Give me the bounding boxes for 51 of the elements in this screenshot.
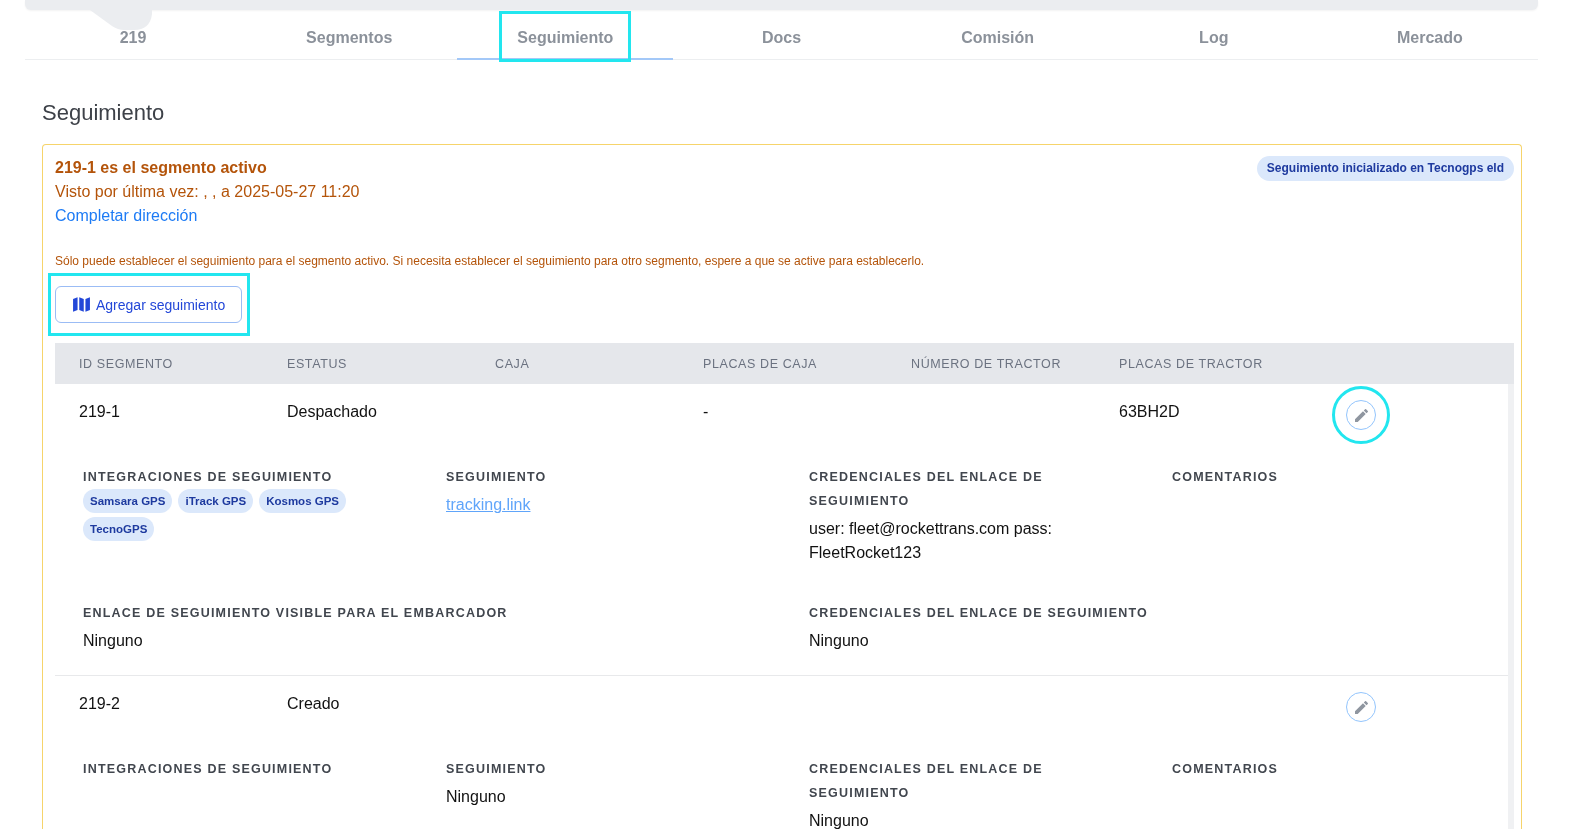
column-header: PLACAS DE TRACTOR [1119,356,1263,371]
tab[interactable]: Comisión [889,10,1106,60]
integration-tag: iTrack GPS [178,489,254,513]
tracking-link[interactable]: tracking.link [446,493,531,517]
field-label: SEGUIMIENTO [446,469,547,486]
table-cell: Despachado [287,403,377,420]
tab[interactable]: 219 [25,10,242,60]
tab[interactable]: Mercado [1321,10,1538,60]
notice-text: Sólo puede establecer el seguimiento para el segmento activo. Si necesita establecer el seguimiento para otro segmento, espere a que se active para establecerlo. [55,253,925,269]
field-label: INTEGRACIONES DE SEGUIMIENTO [83,469,333,486]
tab[interactable]: Log [1105,10,1322,60]
table-cell: 219-1 [79,403,120,420]
integration-tag: TecnoGPS [83,517,155,541]
edit-button[interactable] [1346,692,1376,722]
panel-title: 219-1 es el segmento activo [55,158,267,178]
map-icon [73,297,90,312]
table-cell: 63BH2D [1119,403,1180,420]
pencil-icon [1354,408,1368,422]
status-badge: Seguimiento inicializado en Tecnogps eld [1256,156,1514,181]
table-cell: Creado [287,695,340,712]
column-header: CAJA [495,356,530,371]
table-cell: 219-2 [79,695,120,712]
integration-tag: Samsara GPS [83,489,173,513]
field-value: user: fleet@rockettrans.com pass: FleetRocket123 [809,519,1053,563]
column-header: ID SEGMENTO [79,356,173,371]
complete-address-link[interactable]: Completar dirección [55,204,198,228]
field-label: INTEGRACIONES DE SEGUIMIENTO [83,761,333,778]
field-value: Ninguno [809,631,869,651]
last-seen-text: Visto por última vez: , , a 2025-05-27 11:20 [55,182,360,202]
tab[interactable]: Docs [673,10,890,60]
field-label: COMENTARIOS [1172,761,1279,778]
field-value: Ninguno [809,811,869,829]
edit-button[interactable] [1346,400,1376,430]
column-header: ESTATUS [287,356,347,371]
column-header: NÚMERO DE TRACTOR [911,356,1062,371]
tab[interactable]: Seguimiento [457,10,674,60]
field-value: Ninguno [446,787,506,807]
integration-tag: Kosmos GPS [259,489,347,513]
field-value: Ninguno [83,631,143,651]
field-label: CREDENCIALES DEL ENLACE DE SEGUIMIENTO [809,469,1044,510]
field-label: CREDENCIALES DEL ENLACE DE SEGUIMIENTO [809,761,1044,802]
tab[interactable]: Segmentos [241,10,458,60]
field-label: ENLACE DE SEGUIMIENTO VISIBLE PARA EL EMBARCADOR [83,605,508,622]
pencil-icon [1354,700,1368,714]
field-label: SEGUIMIENTO [446,761,547,778]
add-tracking-button[interactable]: Agregar seguimiento [55,286,243,323]
section-title: Seguimiento [42,99,165,127]
column-header: PLACAS DE CAJA [703,356,817,371]
field-label: CREDENCIALES DEL ENLACE DE SEGUIMIENTO [809,605,1148,622]
table-cell: - [703,403,709,420]
field-label: COMENTARIOS [1172,469,1279,486]
